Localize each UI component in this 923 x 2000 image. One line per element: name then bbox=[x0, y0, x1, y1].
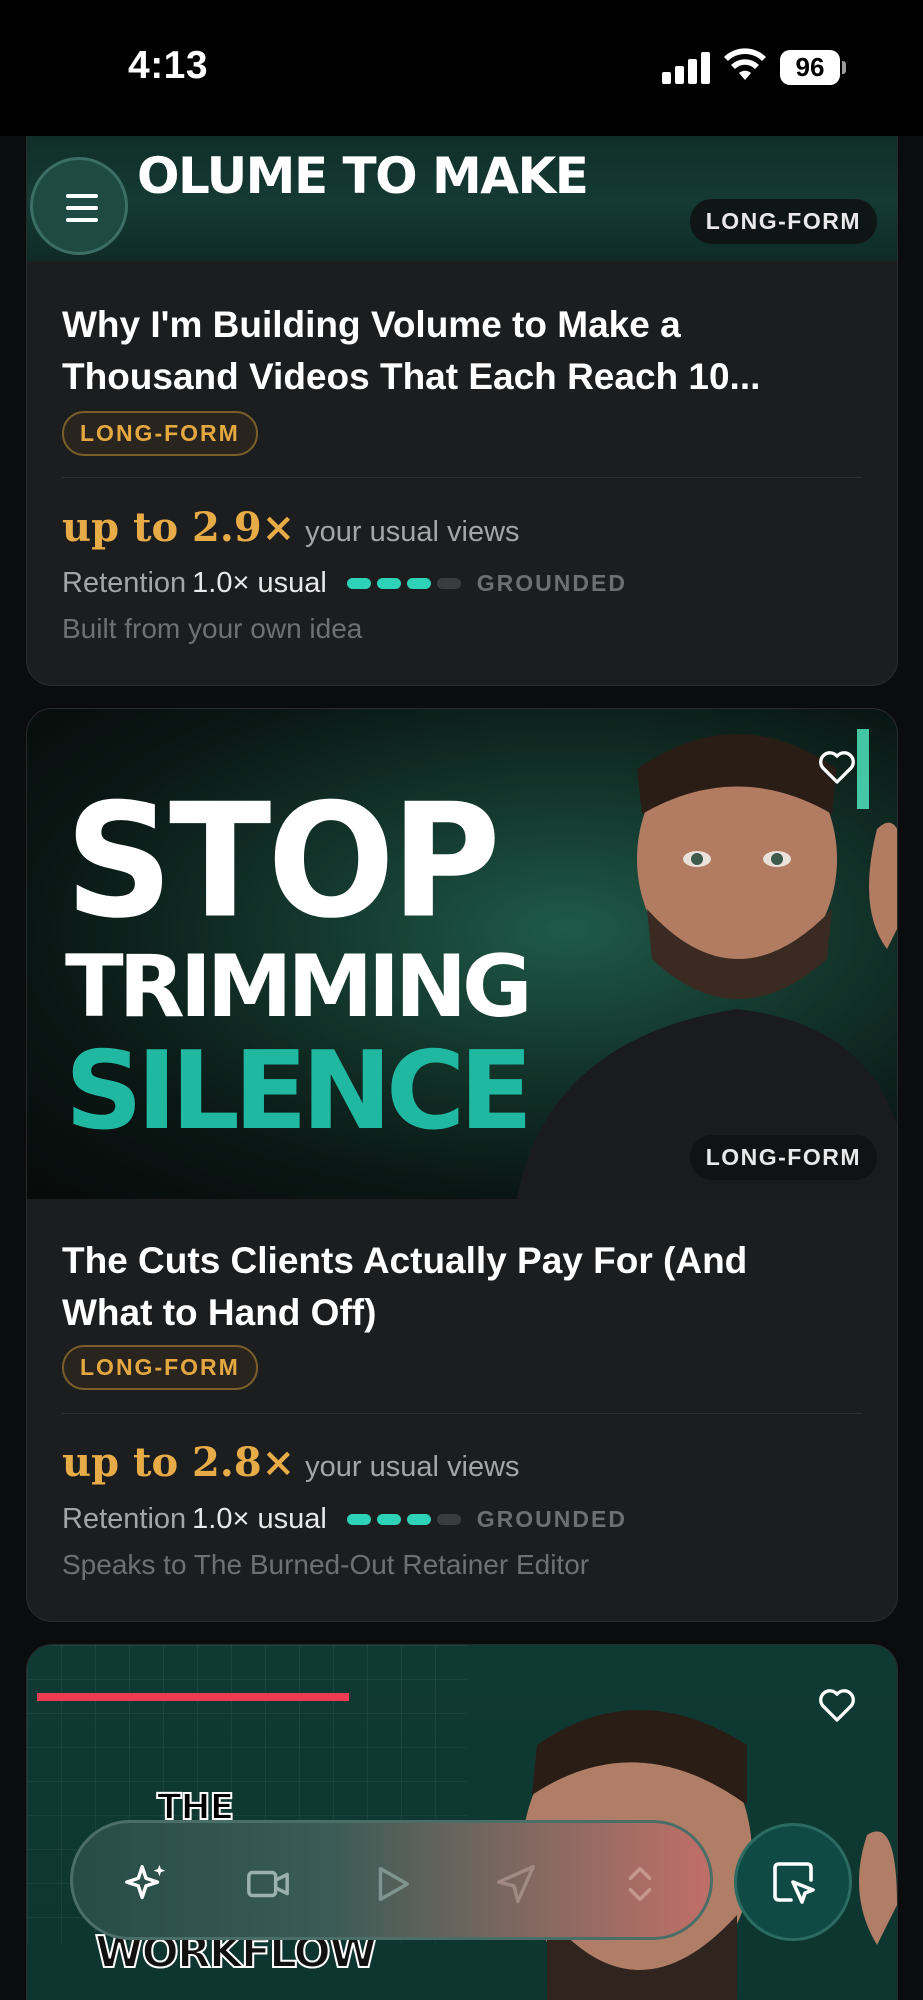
idea-card[interactable]: STOP TRIMMING SILENCE LONG-FORM The Cuts… bbox=[26, 708, 898, 1622]
progress-accent bbox=[37, 1693, 349, 1701]
retention-row: Retention 1.0× usual GROUNDED bbox=[62, 1503, 627, 1536]
battery-nub bbox=[842, 61, 846, 74]
retention-value: 1.0× usual bbox=[192, 567, 327, 599]
confidence-meter bbox=[346, 1514, 461, 1525]
retention-label: Retention bbox=[62, 567, 187, 599]
idea-source-note: Speaks to The Burned-Out Retainer Editor bbox=[62, 1549, 590, 1580]
format-pill: LONG-FORM bbox=[62, 1345, 258, 1390]
thumbnail-headline: OLUME TO MAKE bbox=[137, 147, 589, 205]
format-pill: LONG-FORM bbox=[62, 411, 258, 456]
sparkle-icon[interactable] bbox=[123, 1861, 169, 1907]
idea-card[interactable]: I'M BUILDING OLUME TO MAKE LONG-FORM Why… bbox=[26, 110, 898, 686]
idea-source-note: Built from your own idea bbox=[62, 613, 363, 644]
select-mode-button[interactable] bbox=[734, 1823, 852, 1941]
retention-label: Retention bbox=[62, 1503, 187, 1535]
menu-button[interactable] bbox=[30, 157, 128, 255]
up-down-chevron-icon[interactable] bbox=[617, 1861, 663, 1907]
idea-title[interactable]: Why I'm Building Volume to Make a Thousa… bbox=[62, 299, 842, 403]
retention-row: Retention 1.0× usual GROUNDED bbox=[62, 567, 627, 600]
cursor-select-icon bbox=[773, 1862, 815, 1904]
idea-title[interactable]: The Cuts Clients Actually Pay For (And W… bbox=[62, 1235, 842, 1339]
uplift-label: your usual views bbox=[305, 1451, 520, 1483]
thumbnail-headline: STOP bbox=[65, 770, 501, 954]
format-badge: LONG-FORM bbox=[689, 1135, 877, 1180]
bottom-toolbar bbox=[70, 1820, 713, 1940]
uplift-value: up to 2.8× bbox=[62, 1439, 296, 1486]
cellular-signal-icon bbox=[662, 52, 710, 84]
confidence-meter bbox=[346, 578, 461, 589]
heart-icon[interactable] bbox=[817, 747, 857, 787]
uplift-value: up to 2.9× bbox=[62, 504, 296, 551]
video-thumbnail[interactable]: STOP TRIMMING SILENCE LONG-FORM bbox=[27, 709, 897, 1199]
divider bbox=[62, 477, 862, 478]
thumbnail-headline: TRIMMING bbox=[65, 937, 533, 1037]
confidence-label: GROUNDED bbox=[476, 570, 627, 596]
retention-value: 1.0× usual bbox=[192, 1503, 327, 1535]
divider bbox=[62, 1413, 862, 1414]
play-icon[interactable] bbox=[369, 1861, 415, 1907]
views-uplift: up to 2.9× your usual views bbox=[62, 504, 520, 551]
format-badge: LONG-FORM bbox=[689, 199, 877, 244]
status-bar: 4:13 96 bbox=[0, 0, 923, 136]
confidence-label: GROUNDED bbox=[476, 1506, 627, 1532]
status-time: 4:13 bbox=[128, 44, 209, 87]
send-icon[interactable] bbox=[493, 1861, 539, 1907]
thumbnail-headline: SILENCE bbox=[65, 1029, 533, 1154]
video-camera-icon[interactable] bbox=[245, 1861, 291, 1907]
views-uplift: up to 2.8× your usual views bbox=[62, 1439, 520, 1486]
uplift-label: your usual views bbox=[305, 516, 520, 548]
battery-indicator: 96 bbox=[780, 50, 840, 85]
wifi-icon bbox=[724, 48, 766, 80]
heart-icon[interactable] bbox=[817, 1685, 857, 1725]
